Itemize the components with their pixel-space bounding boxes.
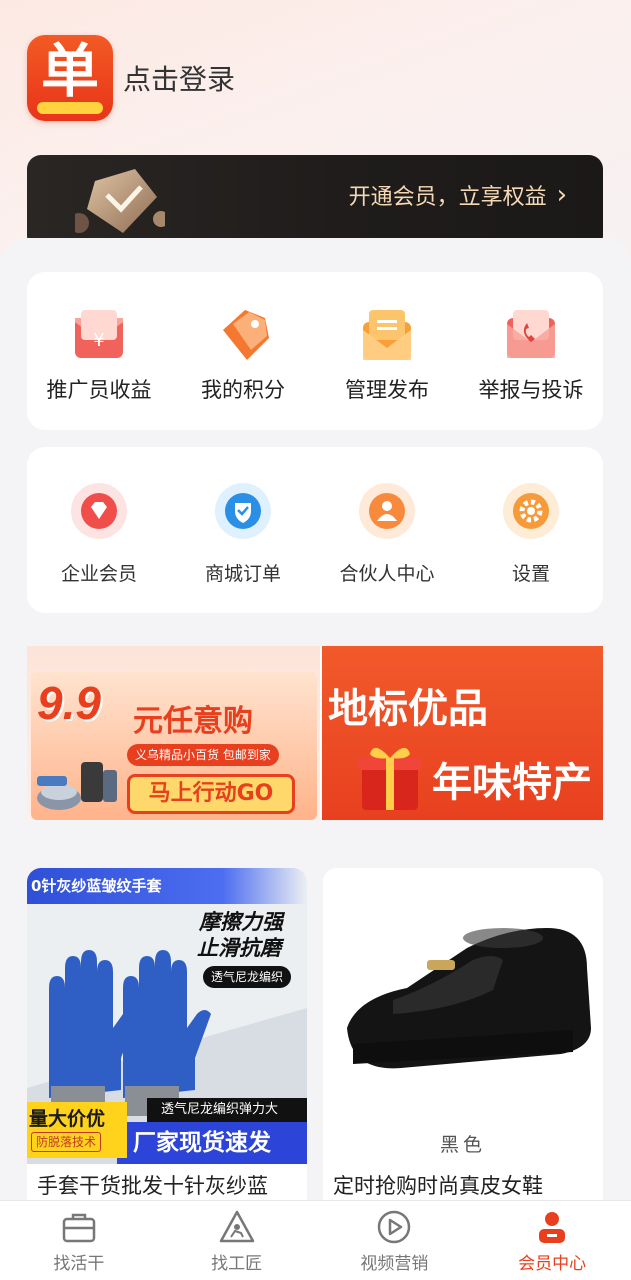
promo-banner-local-specialty[interactable]: 地标优品 年味特产 (322, 646, 603, 820)
service-item-partner-center[interactable]: 合伙人中心 (322, 447, 452, 586)
quick-menu-card: ¥ 推广员收益 我的积分 管理发布 举报与投诉 (27, 272, 603, 430)
login-link[interactable]: 点击登录 (123, 58, 235, 98)
promo-price: 9.9 (37, 677, 101, 729)
red-envelope-phone-icon (507, 310, 555, 358)
service-item-label: 设置 (511, 563, 550, 585)
promo-title: 元任意购 (133, 704, 253, 739)
tab-label: 视频营销 (360, 1254, 429, 1274)
tab-member-center[interactable]: 会员中心 (473, 1201, 631, 1280)
product-promo-strip: 厂家现货速发 (117, 1122, 307, 1164)
tab-label: 会员中心 (518, 1254, 587, 1274)
housewares-illustration-icon (37, 762, 117, 810)
menu-item-label: 举报与投诉 (478, 378, 584, 402)
service-item-label: 合伙人中心 (339, 563, 435, 585)
product-price-badge: 量大价优 防脱落技术 (27, 1102, 127, 1158)
briefcase-icon (62, 1213, 96, 1243)
vip-membership-banner[interactable]: 开通会员，立享权益 › (27, 155, 603, 250)
person-icon (539, 1212, 566, 1243)
product-card[interactable]: 黑色 定时抢购时尚真皮女鞋 (323, 868, 603, 1200)
chevron-right-icon: › (556, 180, 567, 210)
construction-worker-icon (219, 1210, 254, 1243)
tab-find-work[interactable]: 找活干 (0, 1201, 158, 1280)
service-item-label: 商城订单 (204, 563, 281, 585)
service-item-enterprise-member[interactable]: 企业会员 (34, 447, 164, 586)
orange-tag-icon (223, 310, 269, 360)
orange-gear-circle-icon (503, 483, 559, 539)
menu-item-manage-posts[interactable]: 管理发布 (322, 272, 452, 404)
product-title: 定时抢购时尚真皮女鞋 (333, 1174, 543, 1198)
menu-item-label: 推广员收益 (46, 378, 152, 402)
play-circle-icon (378, 1210, 411, 1244)
product-slogan: 止滑抗磨 (197, 936, 281, 960)
login-header[interactable]: 单 点击登录 (27, 34, 235, 122)
service-item-mall-orders[interactable]: 商城订单 (178, 447, 308, 586)
app-logo: 单 (27, 35, 113, 121)
vip-text: 开通会员，立享权益 (348, 185, 547, 210)
blue-shield-circle-icon (215, 483, 271, 539)
vip-gem-icon (75, 169, 165, 233)
app-logo-glyph: 单 (40, 37, 99, 105)
red-gem-circle-icon (71, 483, 127, 539)
product-feature-strip: 透气尼龙编织弹力大 (147, 1098, 307, 1122)
orange-envelope-icon (363, 310, 411, 360)
menu-item-report-complaint[interactable]: 举报与投诉 (466, 272, 596, 404)
product-color-label: 黑色 (439, 1134, 486, 1156)
promo-subtitle: 年味特产 (432, 760, 592, 806)
product-title: 手套干货批发十针灰纱蓝 (37, 1174, 268, 1198)
menu-item-label: 管理发布 (345, 378, 429, 402)
menu-item-promoter-earnings[interactable]: ¥ 推广员收益 (34, 272, 164, 404)
menu-item-label: 我的积分 (201, 378, 285, 402)
tab-label: 找活干 (53, 1254, 105, 1274)
tab-label: 找工匠 (211, 1254, 263, 1274)
red-envelope-yuan-icon: ¥ (75, 310, 123, 358)
gift-box-icon (358, 747, 422, 810)
tab-video-marketing[interactable]: 视频营销 (316, 1201, 474, 1280)
product-feature-pill: 透气尼龙编织 (203, 966, 292, 988)
menu-item-my-points[interactable]: 我的积分 (178, 272, 308, 404)
promo-banner-9-9[interactable]: 9.9 元任意购 义乌精品小百货 包邮到家 马上行动GO (27, 646, 320, 820)
product-card[interactable]: 0针灰纱蓝皱纹手套 摩擦力强 止滑抗磨 透气尼龙编织 透气尼龙编织弹力大 厂家现… (27, 868, 307, 1200)
bottom-tab-bar: 找活干 找工匠 视频营销 会员中心 (0, 1200, 631, 1280)
promo-subtitle: 义乌精品小百货 包邮到家 (127, 744, 279, 766)
promo-title: 地标优品 (328, 686, 488, 732)
product-image-caption: 0针灰纱蓝皱纹手套 (27, 868, 307, 904)
service-menu-card: 企业会员 商城订单 合伙人中心 设置 (27, 447, 603, 613)
promo-banners: 9.9 元任意购 义乌精品小百货 包邮到家 马上行动GO 地标优品 年味特产 (27, 646, 603, 820)
service-item-settings[interactable]: 设置 (466, 447, 596, 586)
service-item-label: 企业会员 (60, 563, 137, 585)
tab-find-craftsman[interactable]: 找工匠 (158, 1201, 316, 1280)
svg-text:¥: ¥ (93, 330, 104, 351)
product-image-shoe (323, 868, 603, 1164)
promo-cta-button[interactable]: 马上行动GO (127, 774, 295, 814)
orange-person-circle-icon (359, 483, 415, 539)
